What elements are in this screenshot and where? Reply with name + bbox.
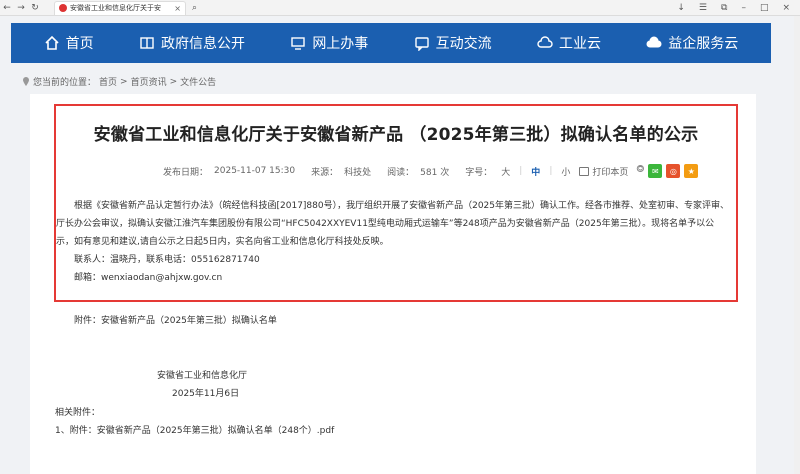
publish-date: 2025-11-07 15:30 — [214, 166, 296, 176]
article-meta: 发布日期： 2025-11-07 15:30 来源： 科技处 阅读： 581 次… — [163, 164, 699, 178]
nav-item-interaction[interactable]: 互动交流 — [414, 33, 492, 53]
nav-label: 益企服务云 — [668, 36, 739, 52]
menu-icon[interactable]: ☰ — [699, 3, 707, 13]
reload-icon[interactable]: ↻ — [28, 0, 42, 16]
tab-title: 安徽省工业和信息化厅关于安 — [70, 4, 161, 12]
back-icon[interactable]: ← — [0, 0, 14, 16]
maximize-icon[interactable]: □ — [760, 3, 769, 13]
chat-icon — [414, 35, 430, 51]
source-value: 科技处 — [344, 167, 372, 178]
article-body: 根据《安徽省新产品认定暂行办法》（皖经信科技函[2017]880号），我厅组织开… — [56, 197, 732, 287]
tab-close-icon[interactable]: × — [174, 4, 181, 13]
restore-tabs-icon[interactable]: ⧉ — [721, 3, 727, 13]
fontsize-medium-button[interactable]: 中 — [528, 165, 543, 178]
share-buttons: ⭗ ✉ ◎ ★ — [636, 164, 699, 178]
nav-label: 政府信息公开 — [160, 36, 245, 52]
article-paragraph: 根据《安徽省新产品认定暂行办法》（皖经信科技函[2017]880号），我厅组织开… — [56, 201, 730, 247]
nav-item-home[interactable]: 首页 — [44, 33, 94, 53]
browser-toolbar: ← → ↻ 安徽省工业和信息化厅关于安 × ⌕ ↓ ☰ ⧉ – □ × — [0, 0, 800, 16]
contact-line: 联系人：温晓丹，联系电话：055162871740 — [74, 255, 260, 265]
site-favicon-icon — [59, 4, 67, 12]
fontsize-label: 字号： — [465, 167, 493, 178]
wechat-share-icon[interactable]: ✉ — [648, 164, 663, 178]
weibo-share-icon[interactable]: ◎ — [666, 164, 681, 178]
article-title: 安徽省工业和信息化厅关于安徽省新产品 （2025年第三批）拟确认名单的公示 — [93, 125, 699, 145]
breadcrumb-item-news[interactable]: 首页资讯 — [131, 75, 167, 88]
fontsize-large-button[interactable]: 大 — [498, 165, 513, 178]
breadcrumb-separator: > — [169, 76, 178, 87]
home-icon — [44, 35, 60, 51]
window-controls: ↓ ☰ ⧉ – □ × — [677, 3, 800, 13]
nav-item-gov-info[interactable]: 政府信息公开 — [139, 33, 245, 53]
views-value: 581 次 — [420, 167, 450, 178]
date-label: 发布日期： — [163, 167, 209, 178]
related-attachments-label: 相关附件： — [55, 408, 101, 418]
source-label: 来源： — [311, 167, 339, 178]
nav-item-enterprise-cloud[interactable]: 益企服务云 — [646, 33, 738, 53]
breadcrumb-separator: > — [120, 76, 128, 87]
favorite-star-icon[interactable]: ★ — [684, 164, 699, 178]
nav-item-online-service[interactable]: 网上办事 — [290, 33, 368, 53]
browser-tab[interactable]: 安徽省工业和信息化厅关于安 × — [54, 0, 186, 15]
location-pin-icon — [23, 76, 29, 86]
breadcrumb-item-home[interactable]: 首页 — [99, 75, 117, 88]
book-icon — [139, 35, 155, 51]
search-icon[interactable]: ⌕ — [192, 3, 197, 13]
nav-label: 工业云 — [558, 36, 601, 52]
signature-date: 2025年11月6日 — [172, 389, 240, 399]
issuing-organization: 安徽省工业和信息化厅 — [157, 371, 248, 381]
breadcrumb-item-notices[interactable]: 文件公告 — [180, 75, 216, 88]
forward-icon[interactable]: → — [14, 0, 28, 16]
views-label: 阅读： — [387, 167, 415, 178]
minimize-icon[interactable]: – — [741, 3, 746, 13]
nav-label: 互动交流 — [435, 36, 492, 52]
cloud-icon — [646, 35, 662, 51]
nav-label: 首页 — [65, 36, 94, 52]
attachment-note: 附件：安徽省新产品（2025年第三批）拟确认名单 — [74, 316, 277, 326]
download-icon[interactable]: ↓ — [677, 3, 685, 13]
share-icon[interactable]: ⭗ — [636, 164, 644, 178]
fontsize-small-button[interactable]: 小 — [558, 165, 573, 178]
printer-icon — [579, 166, 590, 176]
breadcrumb: 您当前的位置： 首页 > 首页资讯 > 文件公告 — [22, 75, 216, 88]
cloud-icon — [537, 35, 553, 51]
print-label: 打印本页 — [592, 167, 629, 178]
print-button[interactable]: 打印本页 — [579, 165, 628, 178]
close-window-icon[interactable]: × — [782, 3, 790, 13]
breadcrumb-prefix: 您当前的位置： — [33, 78, 97, 88]
main-nav: 首页 政府信息公开 网上办事 互动交流 工业云 益企服务云 — [11, 23, 771, 63]
attachment-link[interactable]: 1、附件：安徽省新产品（2025年第三批）拟确认名单（248个）.pdf — [55, 423, 334, 436]
monitor-icon — [290, 35, 306, 51]
page-scrollbar[interactable] — [794, 16, 800, 474]
nav-item-industry-cloud[interactable]: 工业云 — [537, 33, 601, 53]
nav-label: 网上办事 — [312, 36, 369, 52]
email-line: 邮箱：wenxiaodan@ahjxw.gov.cn — [74, 273, 223, 283]
